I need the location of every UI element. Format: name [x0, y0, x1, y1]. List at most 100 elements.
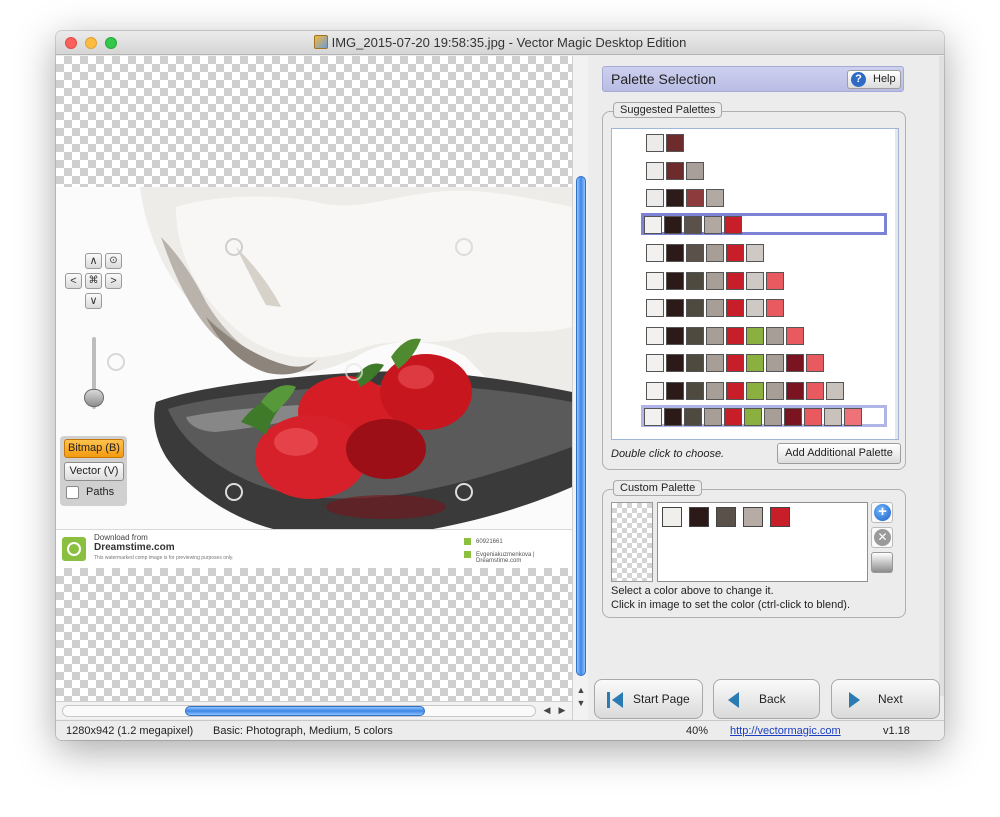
palette-swatch: [666, 161, 684, 180]
custom-color-swatch[interactable]: [770, 507, 790, 527]
palette-swatch: [646, 354, 664, 372]
palette-swatch: [666, 299, 684, 317]
palette-swatch: [646, 299, 664, 317]
palette-swatch: [704, 408, 722, 426]
watermark-id: 60921661: [476, 539, 503, 545]
bitmap-mode-button[interactable]: Bitmap (B): [64, 439, 124, 458]
horizontal-scroll-track[interactable]: [62, 705, 536, 717]
palette-swatch: [746, 271, 764, 290]
status-zoom: 40%: [686, 725, 709, 737]
paths-checkbox[interactable]: [66, 486, 79, 499]
palette-swatch: [686, 326, 704, 345]
palette-swatch: [726, 244, 744, 262]
status-link[interactable]: http://vectormagic.com: [730, 725, 841, 737]
palette-swatch: [664, 408, 682, 426]
palette-swatch: [746, 354, 764, 372]
custom-color-list[interactable]: [657, 502, 868, 582]
palette-swatch: [666, 326, 684, 345]
palette-swatch: [784, 408, 802, 426]
add-color-button[interactable]: +: [871, 502, 893, 523]
status-bar: 1280x942 (1.2 megapixel) Basic: Photogra…: [56, 720, 944, 740]
palette-list-scrollbar[interactable]: [895, 129, 898, 439]
canvas-vertical-scrollbar[interactable]: ▲ ▼: [572, 56, 588, 721]
custom-color-swatch[interactable]: [689, 507, 709, 527]
scroll-up-arrow[interactable]: ▲: [574, 684, 588, 696]
palette-swatch: [706, 326, 724, 345]
next-button[interactable]: Next: [831, 679, 940, 719]
palette-swatch: [746, 381, 764, 400]
start-page-button[interactable]: Start Page: [594, 679, 703, 719]
window-title-area: IMG_2015-07-20 19:58:35.jpg - Vector Mag…: [56, 35, 944, 50]
back-arrow-icon: [728, 692, 739, 708]
pan-right-button[interactable]: >: [105, 273, 122, 289]
vector-mode-button[interactable]: Vector (V): [64, 462, 124, 481]
palette-swatch: [664, 215, 682, 234]
scroll-right-arrow[interactable]: ▶: [555, 704, 569, 716]
help-button[interactable]: ? Help: [847, 70, 901, 89]
palette-swatch: [686, 271, 704, 290]
palette-swatch: [686, 299, 704, 317]
center-view-button[interactable]: ⌘: [85, 273, 102, 289]
custom-palette-group: Custom Palette + ✕ Select a color above …: [602, 480, 906, 618]
palette-swatch: [766, 381, 784, 400]
remove-color-button[interactable]: ✕: [871, 527, 893, 548]
custom-note-select: Select a color above to change it.: [611, 585, 774, 597]
suggested-palette-list[interactable]: [611, 128, 899, 440]
palette-swatch: [706, 354, 724, 372]
custom-color-preview: [611, 502, 653, 582]
image-canvas[interactable]: Download from Dreamstime.com This waterm…: [56, 56, 572, 701]
zoom-slider-knob[interactable]: [84, 389, 104, 407]
scroll-left-arrow[interactable]: ◀: [540, 704, 554, 716]
palette-swatch: [706, 189, 724, 207]
palette-swatch: [746, 299, 764, 317]
custom-color-swatch[interactable]: [743, 507, 763, 527]
palette-swatch: [704, 215, 722, 234]
palette-swatch: [706, 299, 724, 317]
palette-swatch: [666, 244, 684, 262]
double-click-note: Double click to choose.: [611, 448, 725, 460]
scroll-down-arrow[interactable]: ▼: [574, 697, 588, 709]
panel-scrollbar[interactable]: [939, 56, 944, 696]
paths-label: Paths: [86, 486, 115, 498]
palette-swatch: [644, 215, 662, 234]
blend-color-button[interactable]: [871, 552, 893, 573]
add-additional-palette-button[interactable]: Add Additional Palette: [777, 443, 901, 464]
palette-row[interactable]: [641, 405, 887, 427]
palette-swatch: [706, 381, 724, 400]
document-icon: [313, 35, 328, 49]
help-icon: ?: [851, 72, 866, 87]
zoom-fit-button[interactable]: ⊙: [105, 253, 122, 269]
palette-swatch: [766, 299, 784, 317]
palette-swatch: [646, 189, 664, 207]
palette-row[interactable]: [641, 212, 887, 235]
watermark-text-block: Download from Dreamstime.com This waterm…: [94, 533, 233, 563]
panel-header: Palette Selection ? Help: [602, 66, 904, 92]
view-mode-box: Bitmap (B) Vector (V) Paths: [60, 436, 127, 506]
palette-swatch: [726, 381, 744, 400]
status-dimensions: 1280x942 (1.2 megapixel): [66, 725, 194, 737]
back-button[interactable]: Back: [713, 679, 820, 719]
palette-swatch: [706, 271, 724, 290]
palette-swatch: [786, 326, 804, 345]
palette-swatch: [744, 408, 762, 426]
palette-swatch: [746, 326, 764, 345]
palette-swatch: [686, 244, 704, 262]
pan-left-button[interactable]: <: [65, 273, 82, 289]
palette-swatch: [746, 244, 764, 262]
palette-swatch: [646, 271, 664, 290]
custom-palette-legend: Custom Palette: [613, 480, 703, 496]
canvas-horizontal-scrollbar[interactable]: ◀ ▶: [56, 701, 572, 719]
palette-swatch: [724, 215, 742, 234]
pan-up-button[interactable]: ∧: [85, 253, 102, 269]
next-arrow-icon: [849, 692, 860, 708]
remove-color-icon: ✕: [874, 529, 891, 546]
palette-swatch: [726, 326, 744, 345]
vertical-scroll-thumb[interactable]: [576, 176, 586, 676]
pan-down-button[interactable]: ∨: [85, 293, 102, 309]
horizontal-scroll-thumb[interactable]: [185, 706, 425, 716]
custom-color-swatch[interactable]: [662, 507, 682, 527]
start-page-label: Start Page: [633, 692, 690, 706]
custom-color-swatch[interactable]: [716, 507, 736, 527]
palette-swatch: [666, 189, 684, 207]
source-photo[interactable]: [56, 187, 572, 568]
